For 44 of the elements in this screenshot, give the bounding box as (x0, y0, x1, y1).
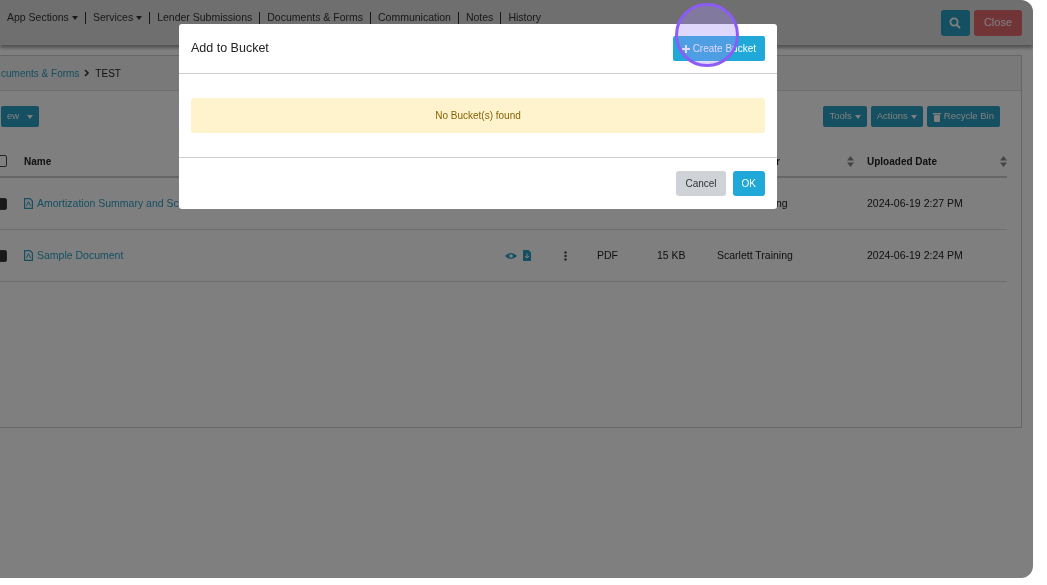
empty-alert: No Bucket(s) found (191, 98, 765, 133)
nav-link[interactable]: Documents & Forms (262, 10, 368, 23)
upload-date: 2024-06-19 2:27 PM (867, 195, 963, 211)
eye-icon[interactable] (505, 251, 517, 260)
chevron-icon (84, 69, 91, 77)
nav-link[interactable]: App Sections (2, 10, 83, 23)
trash-icon (932, 111, 941, 122)
toolbar-button[interactable]: Tools (823, 106, 867, 127)
column-header: r (776, 154, 780, 169)
modal-title: Add to Bucket (191, 40, 269, 58)
breadcrumb-link[interactable]: cuments & Forms (1, 65, 80, 81)
file-type: PDF (597, 248, 618, 261)
document-link[interactable]: Amortization Summary and Sc (37, 195, 179, 212)
uploader-name: Scarlett Training (717, 247, 793, 263)
plus-icon (681, 44, 690, 53)
file-size: 15 KB (657, 248, 686, 261)
uploader-name: ng (776, 195, 788, 211)
sort-icon[interactable] (847, 155, 854, 167)
close-button[interactable]: Close (973, 9, 1022, 36)
caret-icon (910, 114, 917, 119)
caret-icon (854, 114, 861, 119)
nav-link[interactable]: Services (87, 10, 148, 23)
file-icon (24, 198, 33, 209)
upload-date: 2024-06-19 2:24 PM (867, 247, 963, 263)
column-header: Name (24, 155, 52, 167)
breadcrumb-current: TEST (95, 66, 121, 81)
column-header: Uploaded Date (867, 154, 937, 169)
file-icon (24, 250, 33, 261)
document-link[interactable]: Sample Document (37, 247, 124, 264)
nav-link[interactable]: History (503, 10, 547, 23)
nav-link[interactable]: Lender Submissions (152, 10, 258, 23)
cancel-button[interactable]: Cancel (676, 171, 726, 196)
toolbar-button[interactable]: Recycle Bin (926, 106, 1000, 127)
more-icon[interactable] (564, 250, 567, 261)
ok-button[interactable]: OK (732, 171, 765, 196)
sort-icon[interactable] (1000, 155, 1007, 167)
create-bucket-button[interactable]: Create Bucket (672, 36, 765, 61)
new-button[interactable]: ew (1, 106, 40, 127)
download-icon[interactable] (523, 250, 531, 261)
search-icon (949, 16, 962, 29)
search-button[interactable] (940, 9, 970, 36)
nav-link[interactable]: Communication (373, 10, 456, 23)
nav-link[interactable]: Notes (460, 10, 499, 23)
toolbar-button[interactable]: Actions (870, 106, 923, 127)
